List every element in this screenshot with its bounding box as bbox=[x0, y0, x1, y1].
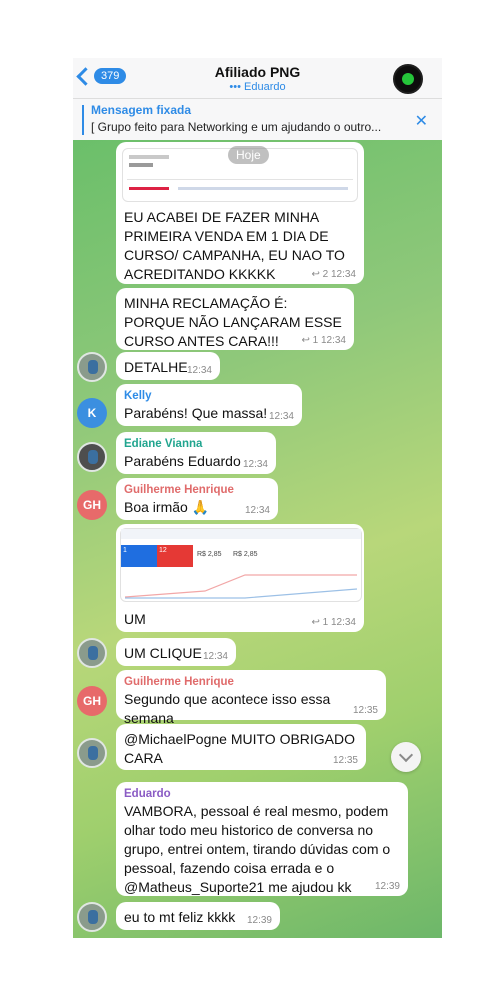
chat-title[interactable]: Afiliado PNG bbox=[73, 64, 442, 80]
message-bubble[interactable]: Guilherme Henrique Segundo que acontece … bbox=[116, 670, 386, 726]
message-bubble[interactable]: Kelly Parabéns! Que massa! 12:34 bbox=[116, 384, 302, 426]
metric-card-blue: 1 bbox=[121, 545, 157, 567]
user-avatar[interactable] bbox=[77, 352, 107, 382]
user-avatar[interactable] bbox=[77, 738, 107, 768]
message-meta: 12:34 bbox=[202, 651, 228, 662]
message-text: @MichaelPogne MUITO OBRIGADO CARA bbox=[124, 731, 356, 766]
message-bubble[interactable]: Eduardo VAMBORA, pessoal é real mesmo, p… bbox=[116, 782, 408, 896]
message-bubble[interactable]: DETALHE 12:34 bbox=[116, 352, 220, 380]
message-list[interactable]: Hoje EU ACABEI DE FAZER MINHA PRIMEIRA V… bbox=[73, 140, 442, 938]
chat-screen: 379 Afiliado PNG ••• Eduardo Mensagem fi… bbox=[73, 58, 442, 938]
trend-chart bbox=[125, 574, 357, 599]
metric-value-1: R$ 2,85 bbox=[197, 551, 222, 558]
campaign-screenshot: 1 12 R$ 2,85 R$ 2,85 bbox=[120, 528, 362, 602]
message-meta: 12:34 bbox=[242, 459, 268, 470]
user-avatar[interactable] bbox=[77, 902, 107, 932]
message-meta: ↩ 1 12:34 bbox=[301, 335, 346, 346]
message-bubble[interactable]: UM CLIQUE 12:34 bbox=[116, 638, 236, 666]
message-text: Segundo que acontece isso essa semana bbox=[124, 691, 331, 726]
sender-name[interactable]: Eduardo bbox=[124, 788, 400, 800]
message-meta: 12:39 bbox=[246, 915, 272, 926]
sender-name[interactable]: Guilherme Henrique bbox=[124, 484, 270, 496]
message-meta: 12:35 bbox=[332, 755, 358, 766]
avatar-guilherme[interactable]: GH bbox=[77, 490, 107, 520]
pinned-text: [ Grupo feito para Networking e um ajuda… bbox=[91, 120, 382, 134]
message-text: UM bbox=[124, 611, 146, 627]
avatar-kelly[interactable]: K bbox=[77, 398, 107, 428]
message-bubble[interactable]: Hoje EU ACABEI DE FAZER MINHA PRIMEIRA V… bbox=[116, 142, 364, 284]
message-bubble[interactable]: MINHA RECLAMAÇÃO É: PORQUE NÃO LANÇARAM … bbox=[116, 288, 354, 350]
pinned-label: Mensagem fixada bbox=[91, 103, 192, 117]
typing-status: ••• Eduardo bbox=[229, 81, 286, 93]
message-meta: ↩ 1 12:34 bbox=[311, 617, 356, 628]
pinned-indicator bbox=[82, 105, 84, 135]
avatar-guilherme[interactable]: GH bbox=[77, 686, 107, 716]
avatar-ediane[interactable] bbox=[77, 442, 107, 472]
message-bubble[interactable]: Guilherme Henrique Boa irmão 🙏 12:34 bbox=[116, 478, 278, 520]
chat-header: 379 Afiliado PNG ••• Eduardo bbox=[73, 58, 442, 98]
sender-name[interactable]: Ediane Vianna bbox=[124, 438, 268, 450]
message-meta: 12:39 bbox=[374, 881, 400, 892]
user-avatar[interactable] bbox=[77, 638, 107, 668]
message-meta: ↩ 2 12:34 bbox=[311, 269, 356, 280]
group-avatar[interactable] bbox=[393, 64, 423, 94]
pinned-message-bar[interactable]: Mensagem fixada [ Grupo feito para Netwo… bbox=[73, 98, 442, 142]
sender-name[interactable]: Guilherme Henrique bbox=[124, 676, 378, 688]
message-meta: 12:34 bbox=[244, 505, 270, 516]
message-meta: 12:34 bbox=[268, 411, 294, 422]
metric-card-red: 12 bbox=[157, 545, 193, 567]
message-bubble[interactable]: Ediane Vianna Parabéns Eduardo 12:34 bbox=[116, 432, 276, 474]
message-bubble[interactable]: 1 12 R$ 2,85 R$ 2,85 UM ↩ 1 12:34 bbox=[116, 524, 364, 632]
scroll-down-button[interactable] bbox=[391, 742, 421, 772]
date-separator: Hoje bbox=[228, 146, 269, 164]
close-icon[interactable]: ✕ bbox=[415, 111, 428, 131]
message-bubble[interactable]: @MichaelPogne MUITO OBRIGADO CARA 12:35 bbox=[116, 724, 366, 770]
message-bubble[interactable]: eu to mt feliz kkkk 12:39 bbox=[116, 902, 280, 930]
message-meta: 12:35 bbox=[352, 705, 378, 716]
sender-name[interactable]: Kelly bbox=[124, 390, 294, 402]
message-text: VAMBORA, pessoal é real mesmo, podem olh… bbox=[124, 803, 391, 895]
metric-value-2: R$ 2,85 bbox=[233, 551, 258, 558]
message-meta: 12:34 bbox=[186, 365, 212, 376]
